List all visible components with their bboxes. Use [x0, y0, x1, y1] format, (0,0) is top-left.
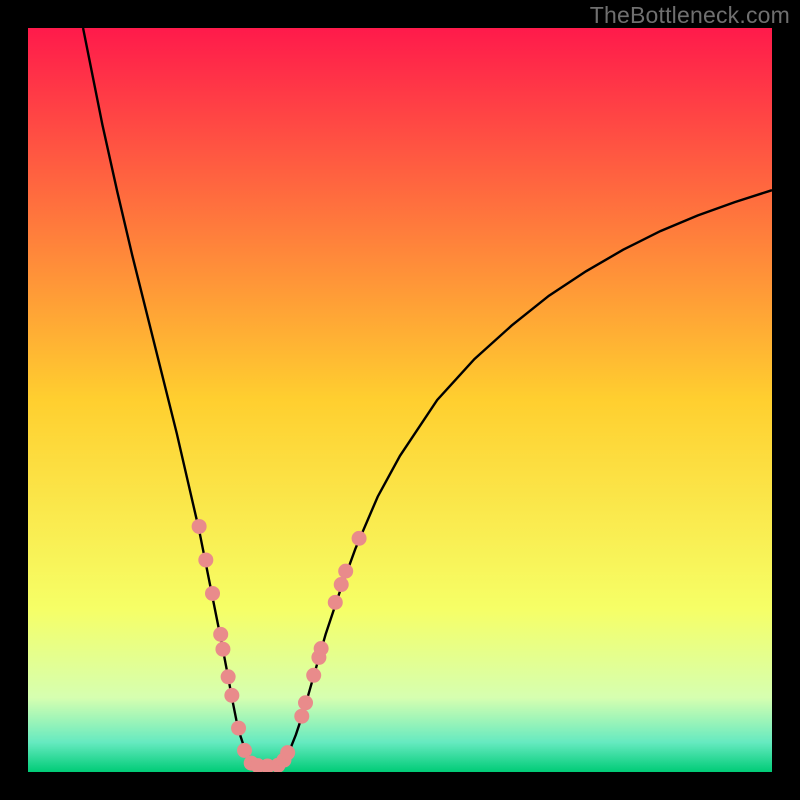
dot	[224, 688, 239, 703]
dot	[294, 709, 309, 724]
dot	[280, 745, 295, 760]
dot	[215, 642, 230, 657]
dot	[328, 595, 343, 610]
dot	[298, 695, 313, 710]
chart-background	[28, 28, 772, 772]
dot	[352, 531, 367, 546]
watermark-text: TheBottleneck.com	[590, 2, 790, 29]
dot	[205, 586, 220, 601]
dot	[221, 669, 236, 684]
dot	[231, 721, 246, 736]
dot	[338, 564, 353, 579]
chart-frame	[28, 28, 772, 772]
dot	[192, 519, 207, 534]
dot	[334, 577, 349, 592]
dot	[213, 627, 228, 642]
dot	[314, 641, 329, 656]
dot	[237, 743, 252, 758]
bottleneck-chart	[28, 28, 772, 772]
dot	[198, 552, 213, 567]
dot	[306, 668, 321, 683]
